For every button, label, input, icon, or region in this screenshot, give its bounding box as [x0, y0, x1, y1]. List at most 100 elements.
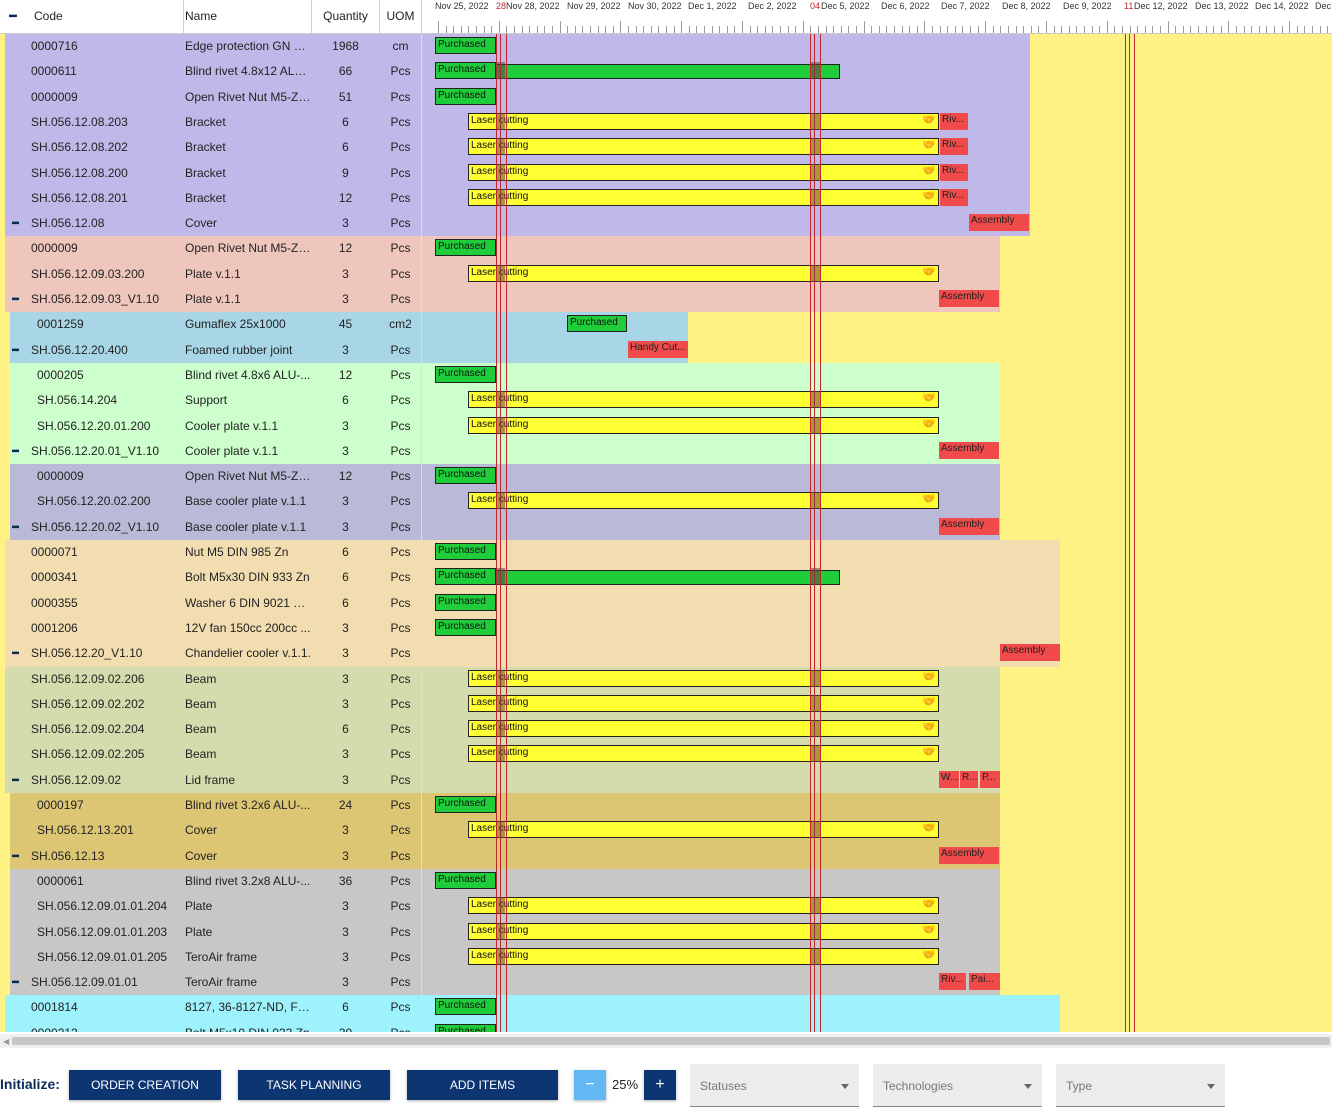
column-header-uom[interactable]: UOM [380, 0, 422, 33]
technologies-select[interactable]: Technologies [873, 1064, 1042, 1107]
operation-task-bar[interactable]: Riv... [940, 163, 968, 181]
table-row[interactable]: ━ SH.056.12.09.03_V1.10 Plate v.1.1 3 Pcs [0, 287, 422, 312]
operation-task-bar[interactable]: R... [960, 770, 978, 788]
order-creation-button[interactable]: ORDER CREATION [69, 1070, 221, 1100]
operation-task-bar[interactable]: W... [939, 770, 959, 788]
purchased-task-bar[interactable]: Purchased [435, 568, 496, 586]
operation-task-bar[interactable]: Assembly [939, 517, 999, 535]
table-row[interactable]: SH.056.12.08.201 Bracket 12 Pcs [0, 186, 422, 211]
laser-cutting-task-bar[interactable]: Laser cutting 🤝 [468, 188, 939, 206]
table-row[interactable]: 0001814 8127, 36-8127-ND, Fas... 6 Pcs [0, 995, 422, 1020]
laser-cutting-task-bar[interactable]: Laser cutting 🤝 [468, 694, 939, 712]
laser-cutting-task-bar[interactable]: Laser cutting 🤝 [468, 947, 939, 965]
table-row[interactable]: 0000205 Blind rivet 4.8x6 ALU-... 12 Pcs [0, 363, 422, 388]
table-row[interactable]: SH.056.12.08.202 Bracket 6 Pcs [0, 135, 422, 160]
collapse-toggle-icon[interactable]: ━ [12, 641, 19, 666]
table-row[interactable]: SH.056.12.09.03.200 Plate v.1.1 3 Pcs [0, 262, 422, 287]
table-row[interactable]: ━ SH.056.12.20.400 Foamed rubber joint 3 Pcs [0, 338, 422, 363]
table-row[interactable]: ━ SH.056.12.20_V1.10 Chandelier cooler v.1… [0, 641, 422, 666]
collapse-toggle-icon[interactable]: ━ [12, 515, 19, 540]
table-row[interactable]: 0001206 12V fan 150cc 200cc ... 3 Pcs [0, 616, 422, 641]
table-row[interactable]: 0000009 Open Rivet Nut M5-Zn-... 51 Pcs [0, 85, 422, 110]
operation-task-bar[interactable]: Riv... [940, 112, 968, 130]
type-select[interactable]: Type [1056, 1064, 1225, 1107]
statuses-select[interactable]: Statuses [690, 1064, 859, 1107]
table-row[interactable]: SH.056.12.09.01.01.204 Plate 3 Pcs [0, 894, 422, 919]
table-row[interactable]: ━ SH.056.12.20.02_V1.10 Base cooler plate … [0, 515, 422, 540]
column-header-name[interactable]: Name [185, 0, 312, 33]
table-row[interactable]: ━ SH.056.12.09.01.01 TeroAir frame 3 Pcs [0, 970, 422, 995]
table-row[interactable]: 0000061 Blind rivet 3.2x8 ALU-... 36 Pcs [0, 869, 422, 894]
table-row[interactable]: 0000611 Blind rivet 4.8x12 ALU-... 66 Pcs [0, 59, 422, 84]
table-row[interactable]: ━ SH.056.12.09.02 Lid frame 3 Pcs [0, 768, 422, 793]
table-row[interactable]: SH.056.12.09.01.01.203 Plate 3 Pcs [0, 920, 422, 945]
column-header-quantity[interactable]: Quantity [312, 0, 380, 33]
task-planning-button[interactable]: TASK PLANNING [238, 1070, 390, 1100]
table-row[interactable]: SH.056.12.09.02.202 Beam 3 Pcs [0, 692, 422, 717]
purchased-duration-bar[interactable] [496, 570, 840, 586]
laser-cutting-task-bar[interactable]: Laser cutting 🤝 [468, 391, 939, 409]
scrollbar-thumb[interactable] [12, 1037, 1330, 1045]
laser-cutting-task-bar[interactable]: Laser cutting 🤝 [468, 112, 939, 130]
collapse-toggle-icon[interactable]: ━ [12, 768, 19, 793]
table-row[interactable]: 0000071 Nut M5 DIN 985 Zn 6 Pcs [0, 540, 422, 565]
column-header-code[interactable]: Code [26, 0, 184, 33]
table-row[interactable]: SH.056.12.20.01.200 Cooler plate v.1.1 3 Pc… [0, 414, 422, 439]
purchased-task-bar[interactable]: Purchased [435, 239, 496, 257]
minus-icon[interactable]: ━ [9, 9, 16, 23]
purchased-task-bar[interactable]: Purchased [435, 467, 496, 485]
purchased-task-bar[interactable]: Purchased [435, 593, 496, 611]
table-row[interactable]: 0000009 Open Rivet Nut M5-Zn-... 12 Pcs [0, 464, 422, 489]
laser-cutting-task-bar[interactable]: Laser cutting 🤝 [468, 138, 939, 156]
table-row[interactable]: 0001259 Gumaflex 25x1000 45 cm2 [0, 312, 422, 337]
purchased-task-bar[interactable]: Purchased [435, 998, 496, 1016]
table-row[interactable]: SH.056.12.08.203 Bracket 6 Pcs [0, 110, 422, 135]
laser-cutting-task-bar[interactable]: Laser cutting 🤝 [468, 669, 939, 687]
table-row[interactable]: SH.056.12.09.02.204 Beam 6 Pcs [0, 717, 422, 742]
operation-task-bar[interactable]: Assembly [939, 290, 999, 307]
operation-task-bar[interactable]: Assembly [969, 214, 1029, 232]
laser-cutting-task-bar[interactable]: Laser cutting 🤝 [468, 163, 939, 181]
table-row[interactable]: SH.056.14.204 Support 6 Pcs [0, 388, 422, 413]
laser-cutting-task-bar[interactable]: Laser cutting 🤝 [468, 745, 939, 763]
table-row[interactable]: SH.056.12.09.02.205 Beam 3 Pcs [0, 742, 422, 767]
table-row[interactable]: 0000197 Blind rivet 3.2x6 ALU-... 24 Pcs [0, 793, 422, 818]
laser-cutting-task-bar[interactable]: Laser cutting 🤝 [468, 897, 939, 915]
laser-cutting-task-bar[interactable]: Laser cutting 🤝 [468, 416, 939, 434]
operation-task-bar[interactable]: Assembly [1000, 644, 1060, 662]
purchased-task-bar[interactable]: Purchased [435, 796, 496, 813]
purchased-task-bar[interactable]: Purchased [435, 87, 496, 105]
collapse-toggle-icon[interactable]: ━ [12, 844, 19, 869]
purchased-task-bar[interactable]: Purchased [567, 315, 627, 333]
table-row[interactable]: SH.056.12.09.01.01.205 TeroAir frame 3 Pcs [0, 945, 422, 970]
collapse-toggle-icon[interactable]: ━ [12, 439, 19, 464]
scroll-left-arrow-icon[interactable]: ◀ [3, 1037, 9, 1046]
add-items-button[interactable]: ADD ITEMS [407, 1070, 558, 1100]
purchased-duration-bar[interactable] [496, 64, 840, 80]
table-row[interactable]: ━ SH.056.12.08 Cover 3 Pcs [0, 211, 422, 236]
purchased-task-bar[interactable]: Purchased [435, 1023, 496, 1032]
operation-task-bar[interactable]: Pai... [969, 973, 1000, 991]
collapse-all-toggle[interactable]: ━ [0, 0, 26, 33]
table-row[interactable]: 0000341 Bolt M5x30 DIN 933 Zn 6 Pcs [0, 565, 422, 590]
operation-task-bar[interactable]: Handy Cut... [628, 340, 688, 358]
purchased-task-bar[interactable]: Purchased [435, 365, 496, 383]
collapse-toggle-icon[interactable]: ━ [12, 287, 19, 312]
zoom-in-button[interactable]: + [644, 1070, 676, 1100]
operation-task-bar[interactable]: Assembly [939, 441, 999, 459]
table-row[interactable]: SH.056.12.13.201 Cover 3 Pcs [0, 818, 422, 843]
operation-task-bar[interactable]: P... [980, 770, 1000, 788]
horizontal-scrollbar[interactable]: ◀ [0, 1034, 1332, 1048]
table-row[interactable]: SH.056.12.08.200 Bracket 9 Pcs [0, 161, 422, 186]
collapse-toggle-icon[interactable]: ━ [12, 338, 19, 363]
operation-task-bar[interactable]: Riv... [940, 138, 968, 156]
operation-task-bar[interactable]: Assembly [939, 846, 999, 864]
table-row[interactable]: 0000212 Bolt M5x10 DIN 933 Zn30Pcs [0, 1021, 422, 1032]
laser-cutting-task-bar[interactable]: Laser cutting 🤝 [468, 922, 939, 940]
zoom-out-button[interactable]: − [574, 1070, 606, 1100]
table-row[interactable]: 0000009 Open Rivet Nut M5-Zn-... 12 Pcs [0, 236, 422, 261]
laser-cutting-task-bar[interactable]: Laser cutting 🤝 [468, 821, 939, 839]
collapse-toggle-icon[interactable]: ━ [12, 211, 19, 236]
table-row[interactable]: 0000716 Edge protection GN 21... 1968 cm [0, 34, 422, 59]
purchased-task-bar[interactable]: Purchased [435, 62, 496, 80]
